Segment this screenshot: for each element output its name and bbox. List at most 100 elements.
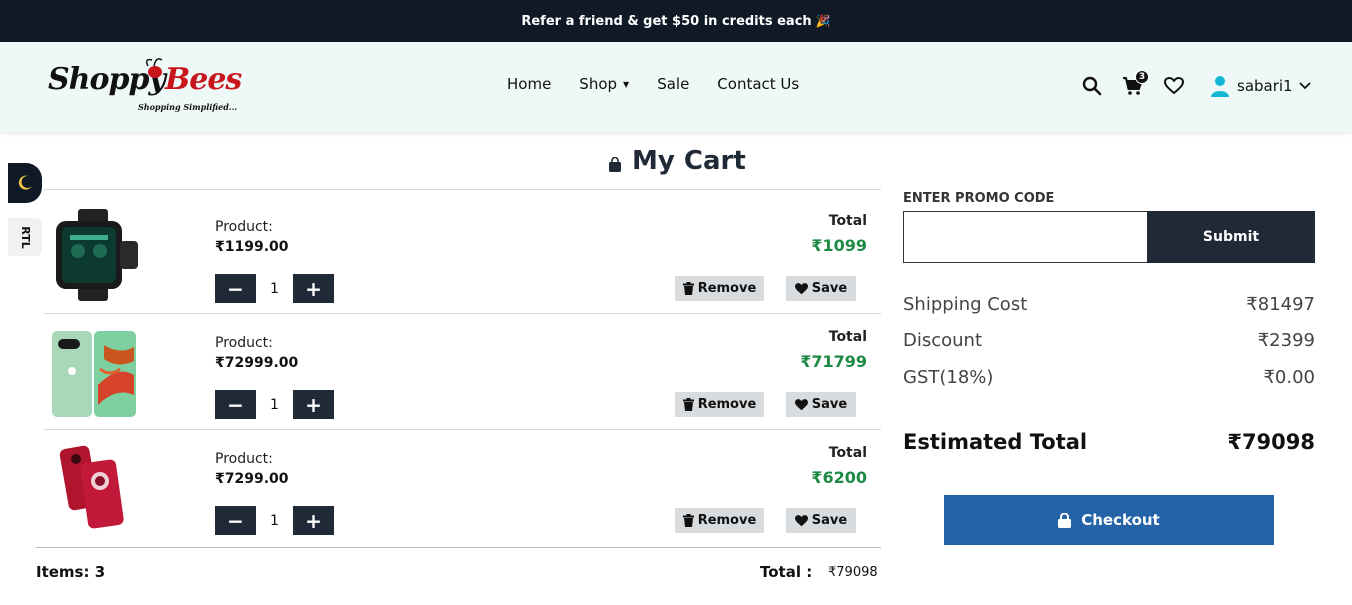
item-total-label: Total bbox=[828, 213, 867, 229]
item-total-label: Total bbox=[828, 445, 867, 461]
cart-heading: My Cart bbox=[608, 146, 746, 176]
logo[interactable]: ShoppyBees Shopping Simplified... bbox=[48, 56, 242, 118]
announcement-text: Refer a friend & get $50 in credits each bbox=[521, 13, 812, 29]
minus-icon: − bbox=[227, 392, 244, 417]
estimated-total-label: Estimated Total bbox=[903, 430, 1088, 454]
increase-quantity-button[interactable]: + bbox=[293, 274, 334, 303]
save-button[interactable]: Save bbox=[786, 276, 856, 301]
plus-icon: + bbox=[305, 392, 322, 417]
quantity-value: 1 bbox=[270, 512, 279, 529]
rtl-toggle[interactable]: RTL bbox=[8, 218, 42, 256]
cart-top-divider bbox=[44, 189, 881, 190]
nav-contact[interactable]: Contact Us bbox=[717, 75, 799, 93]
nav-sale[interactable]: Sale bbox=[657, 75, 689, 93]
product-label: Product: bbox=[215, 335, 273, 351]
caret-down-icon: ▼ bbox=[623, 79, 630, 89]
item-total-value: ₹71799 bbox=[800, 352, 867, 371]
page-title: My Cart bbox=[632, 146, 746, 176]
nav-shop-label: Shop bbox=[579, 75, 618, 93]
plus-icon: + bbox=[305, 508, 322, 533]
logo-tagline: Shopping Simplified... bbox=[138, 102, 238, 112]
increase-quantity-button[interactable]: + bbox=[293, 390, 334, 419]
remove-label: Remove bbox=[697, 397, 757, 412]
product-label: Product: bbox=[215, 451, 273, 467]
save-label: Save bbox=[811, 281, 848, 296]
remove-label: Remove bbox=[697, 513, 757, 528]
cart-total-value: ₹79098 bbox=[828, 565, 878, 580]
summary-row-gst: GST(18%) ₹0.00 bbox=[903, 367, 1315, 388]
header-actions: 3 sabari1 bbox=[1080, 70, 1311, 100]
shopping-bag-icon bbox=[609, 156, 621, 172]
product-label: Product: bbox=[215, 219, 273, 235]
quantity-stepper: − 1 + bbox=[215, 274, 334, 303]
shipping-cost-label: Shipping Cost bbox=[903, 294, 1028, 315]
promo-submit-label: Submit bbox=[1202, 229, 1260, 245]
promo-code-label: ENTER PROMO CODE bbox=[903, 191, 1055, 206]
remove-button[interactable]: Remove bbox=[675, 392, 764, 417]
increase-quantity-button[interactable]: + bbox=[293, 506, 334, 535]
remove-button[interactable]: Remove bbox=[675, 276, 764, 301]
product-image-smartwatch bbox=[56, 209, 138, 301]
search-icon bbox=[1082, 76, 1102, 96]
discount-value: ₹2399 bbox=[1257, 330, 1315, 351]
heart-icon bbox=[1164, 77, 1184, 94]
promo-submit-button[interactable]: Submit bbox=[1147, 211, 1315, 263]
item-count: Items: 3 bbox=[36, 563, 106, 581]
estimated-total-value: ₹79098 bbox=[1227, 430, 1315, 454]
rtl-label: RTL bbox=[18, 225, 32, 249]
discount-label: Discount bbox=[903, 330, 983, 351]
quantity-stepper: − 1 + bbox=[215, 390, 334, 419]
heart-filled-icon bbox=[794, 514, 808, 526]
trash-icon bbox=[682, 282, 694, 295]
nav-shop[interactable]: Shop ▼ bbox=[579, 75, 629, 93]
product-image-red-phone bbox=[59, 445, 124, 529]
minus-icon: − bbox=[227, 276, 244, 301]
quantity-value: 1 bbox=[270, 396, 279, 413]
product-price: ₹1199.00 bbox=[215, 239, 289, 255]
wishlist-button[interactable] bbox=[1162, 74, 1186, 98]
trash-icon bbox=[682, 514, 694, 527]
chevron-down-icon bbox=[1298, 82, 1311, 90]
product-image-green-phone bbox=[52, 331, 136, 417]
gst-label: GST(18%) bbox=[903, 367, 994, 388]
announcement-bar: Refer a friend & get $50 in credits each… bbox=[0, 0, 1352, 42]
site-header: ShoppyBees Shopping Simplified... Home S… bbox=[0, 42, 1352, 132]
search-button[interactable] bbox=[1080, 74, 1104, 98]
cart-count-badge: 3 bbox=[1135, 70, 1149, 84]
heart-filled-icon bbox=[794, 398, 808, 410]
save-button[interactable]: Save bbox=[786, 508, 856, 533]
cart-total-label: Total : bbox=[760, 563, 813, 581]
summary-row-discount: Discount ₹2399 bbox=[903, 330, 1315, 351]
item-total-value: ₹6200 bbox=[811, 468, 867, 487]
summary-row-shipping: Shipping Cost ₹81497 bbox=[903, 294, 1315, 315]
moon-icon bbox=[18, 175, 32, 190]
party-icon: 🎉 bbox=[815, 14, 831, 28]
promo-code-input[interactable] bbox=[903, 211, 1148, 263]
user-avatar-icon bbox=[1211, 76, 1229, 97]
shipping-cost-value: ₹81497 bbox=[1246, 294, 1315, 315]
decrease-quantity-button[interactable]: − bbox=[215, 390, 256, 419]
gst-value: ₹0.00 bbox=[1263, 367, 1315, 388]
nav-contact-label: Contact Us bbox=[717, 75, 800, 93]
save-button[interactable]: Save bbox=[786, 392, 856, 417]
username: sabari1 bbox=[1237, 77, 1293, 95]
item-total-value: ₹1099 bbox=[811, 236, 867, 255]
estimated-total-row: Estimated Total ₹79098 bbox=[903, 430, 1315, 454]
lock-icon bbox=[1058, 512, 1072, 528]
dark-mode-toggle[interactable] bbox=[8, 163, 42, 203]
item-total-label: Total bbox=[828, 329, 867, 345]
checkout-button[interactable]: Checkout bbox=[944, 495, 1274, 545]
decrease-quantity-button[interactable]: − bbox=[215, 274, 256, 303]
cart-button[interactable]: 3 bbox=[1121, 70, 1149, 98]
quantity-value: 1 bbox=[270, 280, 279, 297]
remove-button[interactable]: Remove bbox=[675, 508, 764, 533]
quantity-stepper: − 1 + bbox=[215, 506, 334, 535]
logo-brand-part2: Bees bbox=[164, 62, 242, 97]
cart-item: Product: ₹72999.00 − 1 + Total ₹71799 Re… bbox=[44, 313, 872, 429]
remove-label: Remove bbox=[697, 281, 757, 296]
product-price: ₹7299.00 bbox=[215, 471, 289, 487]
nav-home[interactable]: Home bbox=[507, 75, 551, 93]
user-menu[interactable]: sabari1 bbox=[1211, 75, 1311, 97]
save-label: Save bbox=[811, 513, 848, 528]
decrease-quantity-button[interactable]: − bbox=[215, 506, 256, 535]
